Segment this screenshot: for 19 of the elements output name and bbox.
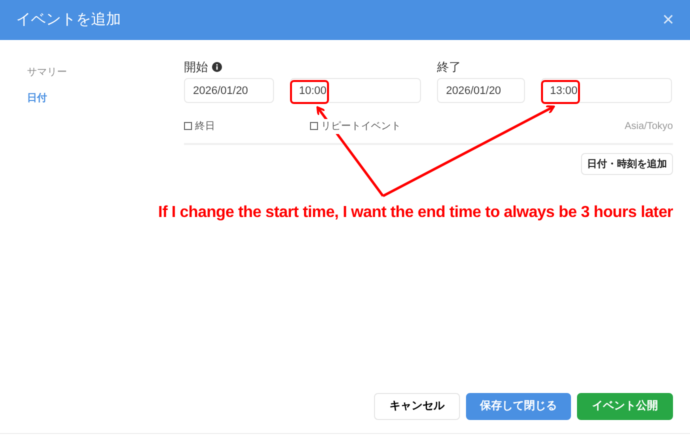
checkbox-option[interactable]: 終日 [184,118,310,134]
sidebar-item[interactable]: サマリー [27,65,67,80]
checkbox[interactable] [310,122,318,130]
annotation-text: If I change the start time, I want the end time to always be 3 hours later [158,203,673,223]
field-label: 終了 [437,59,461,76]
highlight-box [290,80,329,104]
highlight-box [541,80,580,104]
info-icon [212,62,222,72]
checkbox-label: 終日 [195,118,215,134]
time-field[interactable]: 13:00 [541,78,672,103]
date-field[interactable]: 2026/01/20 [184,78,274,103]
date-field[interactable]: 2026/01/20 [437,78,525,103]
add-date-button[interactable]: 日付・時刻を追加 [581,153,673,175]
checkbox[interactable] [184,122,192,130]
window-title: イベントを追加 [16,10,121,30]
dialog-button[interactable]: キャンセル [374,393,460,420]
time-field[interactable]: 10:00 [290,78,421,103]
timezone-label: Asia/Tokyo [624,120,673,134]
field-label: 開始 [184,59,208,76]
